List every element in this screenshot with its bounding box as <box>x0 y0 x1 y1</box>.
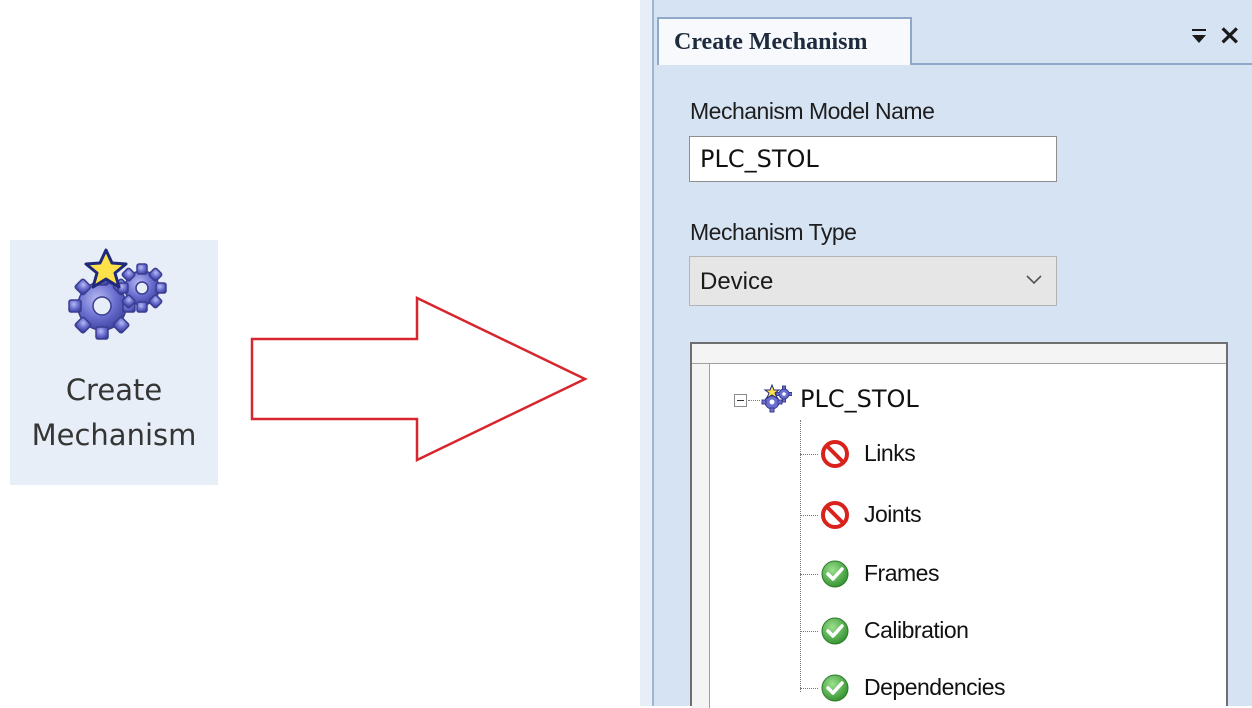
tree-connector <box>800 688 818 689</box>
mechanism-tree: PLC_STOL Links Joints Frames Calibration… <box>690 342 1228 708</box>
mechanism-gears-icon <box>761 384 792 413</box>
tree-connector <box>748 400 760 401</box>
create-mechanism-ribbon-button[interactable]: Create Mechanism <box>10 240 218 485</box>
no-entry-icon <box>821 440 849 468</box>
check-circle-icon <box>821 560 849 588</box>
tree-connector <box>800 454 818 455</box>
ribbon-button-label: Create Mechanism <box>10 368 218 458</box>
close-icon[interactable]: × <box>1218 20 1241 50</box>
model-name-input[interactable] <box>689 136 1057 182</box>
tree-item-label: Joints <box>864 501 922 527</box>
pin-dropdown-icon[interactable] <box>1188 26 1210 48</box>
tree-frame-top <box>692 344 1226 364</box>
right-arrow-icon <box>250 296 588 462</box>
tree-connector <box>800 631 818 632</box>
create-mechanism-panel: Create Mechanism × Mechanism Model Name … <box>640 0 1252 708</box>
tree-connector-vertical <box>800 420 801 692</box>
no-entry-icon <box>821 501 849 529</box>
tree-root-label: PLC_STOL <box>800 385 919 413</box>
check-circle-icon <box>821 674 849 702</box>
mechanism-type-label: Mechanism Type <box>690 219 857 245</box>
tree-connector <box>800 515 818 516</box>
tree-item-label: Dependencies <box>864 674 1006 700</box>
model-name-label: Mechanism Model Name <box>690 98 935 124</box>
check-circle-icon <box>821 617 849 645</box>
tree-item-label: Frames <box>864 560 939 586</box>
mechanism-type-select[interactable]: Device <box>689 256 1057 306</box>
tree-item-label: Links <box>864 440 916 466</box>
chevron-down-icon <box>1026 275 1042 285</box>
tab-create-mechanism[interactable]: Create Mechanism <box>657 17 912 65</box>
gears-star-icon <box>68 248 167 340</box>
panel-splitter[interactable] <box>640 0 654 706</box>
ribbon-label-line1: Create <box>65 373 163 407</box>
collapse-icon[interactable] <box>734 394 747 407</box>
tree-connector <box>800 574 818 575</box>
ribbon-label-line2: Mechanism <box>31 418 197 452</box>
tree-item-label: Calibration <box>864 617 969 643</box>
tree-frame-left <box>692 364 710 708</box>
mechanism-type-value: Device <box>700 268 774 295</box>
